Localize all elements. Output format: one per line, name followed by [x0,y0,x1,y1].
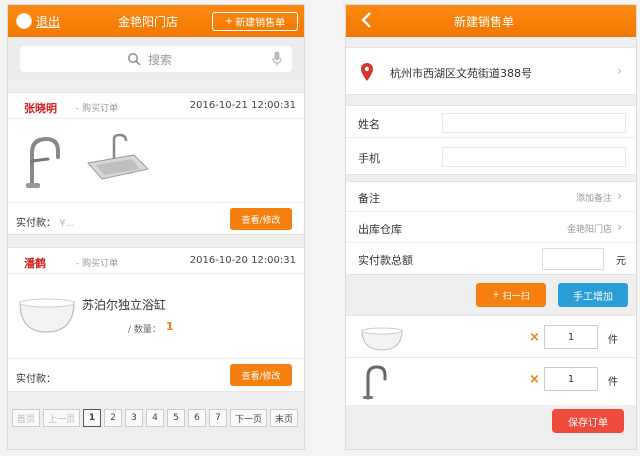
order-footer: 实付款： 查看/修改 [8,358,304,392]
top-bar: 新建销售单 [346,5,636,37]
order-type-label: 购买订单 [82,104,119,114]
warehouse-label: 出库仓库 [358,223,402,236]
save-order-button[interactable]: 保存订单 [552,409,624,433]
order-header: 张晓明 - 购买订单 2016-10-21 12:00:31 [8,93,304,119]
quantity-label: / 数量： [128,325,161,335]
new-order-button[interactable]: + 新建销售单 [212,12,298,31]
total-unit: 元 [616,256,626,267]
order-type-label: 购买订单 [82,259,119,269]
warehouse-row[interactable]: 出库仓库 金艳阳门店 › [346,213,636,243]
phone-label: 手机 [358,152,380,165]
order-card: 张晓明 - 购买订单 2016-10-21 12:00:31 实付款： ¥...… [8,92,304,235]
back-arrow-icon[interactable] [360,11,372,29]
total-row: 实付款总额 元 [346,244,636,274]
chevron-right-icon: › [617,220,622,234]
multiply-icon: × [529,330,540,345]
page-number[interactable]: 1 [83,409,102,427]
paid-value: ¥... [59,218,76,229]
page-title: 新建销售单 [454,15,515,29]
item-unit: 件 [608,377,618,388]
order-card: 潘鹤 - 购买订单 2016-10-20 12:00:31 苏泊尔独立浴缸 / … [8,247,304,392]
chevron-right-icon: › [617,64,622,78]
store-title: 金艳阳门店 [118,15,179,29]
page-next[interactable]: 下一页 [230,409,268,427]
exit-label: 退出 [36,14,61,29]
phone-field[interactable] [442,147,626,167]
new-order-label: 新建销售单 [235,18,286,29]
order-header: 潘鹤 - 购买订单 2016-10-20 12:00:31 [8,248,304,274]
name-label: 姓名 [358,118,380,131]
new-sale-order-screen: 新建销售单 杭州市西湖区文苑街道388号 › 姓名 手机 备注 添加备注 › 出… [345,4,637,450]
faucet-product-image [26,136,60,188]
search-placeholder: 搜索 [148,53,173,67]
paid-label: 实付款： ¥... [16,214,75,229]
search-icon [128,53,141,66]
order-date: 2016-10-21 12:00:31 [189,100,296,111]
customer-info-group: 姓名 手机 [346,105,636,175]
location-pin-icon [361,63,373,81]
plus-icon: + [224,16,234,27]
order-type: - 购买订单 [76,259,119,269]
quantity-field[interactable]: 1 [544,367,598,391]
view-edit-button[interactable]: 查看/修改 [230,364,292,386]
note-row[interactable]: 备注 添加备注 › [346,182,636,212]
line-item: × 1 件 [346,357,636,405]
customer-name: 张晓明 [24,102,57,115]
page-last[interactable]: 末页 [270,409,299,427]
total-amount-field[interactable] [542,248,604,270]
scan-label: 扫一扫 [502,291,530,302]
note-hint: 添加备注 [575,194,612,204]
page-number[interactable]: 2 [104,409,123,427]
scan-button[interactable]: + 扫一扫 [476,283,546,307]
order-list-screen: 退出 金艳阳门店 + 新建销售单 搜索 张晓明 - 购买订单 2016-10-2… [7,4,305,450]
order-type: - 购买订单 [76,104,119,114]
exit-button[interactable]: 退出 [16,12,60,30]
order-info-group: 备注 添加备注 › 出库仓库 金艳阳门店 › 实付款总额 元 [346,181,636,275]
quantity-field[interactable]: 1 [544,325,598,349]
page-number[interactable]: 6 [188,409,207,427]
page-number[interactable]: 4 [146,409,165,427]
order-date: 2016-10-20 12:00:31 [189,255,296,266]
multiply-icon: × [529,372,540,387]
page-number[interactable]: 5 [167,409,186,427]
pagination: 首页 上一页 1 2 3 4 5 6 7 下一页 末页 [12,409,299,427]
view-edit-button[interactable]: 查看/修改 [230,208,292,230]
page-first[interactable]: 首页 [12,409,41,427]
search-bar: 搜索 [8,37,304,81]
customer-name: 潘鹤 [24,257,46,270]
chevron-right-icon: › [617,189,622,203]
page-number[interactable]: 3 [125,409,144,427]
paid-label-text: 实付款： [16,218,56,229]
total-label: 实付款总额 [358,254,413,267]
sink-product-image [87,133,150,180]
address-text: 杭州市西湖区文苑街道388号 [390,67,532,80]
line-item: × 1 件 [346,315,636,361]
address-row[interactable]: 杭州市西湖区文苑街道388号 › [346,47,636,95]
bathtub-product-image [361,327,403,351]
bathtub-product-image [19,298,75,333]
name-field[interactable] [442,113,626,133]
page-number[interactable]: 7 [209,409,228,427]
manual-add-button[interactable]: 手工增加 [558,283,628,307]
canvas: 退出 金艳阳门店 + 新建销售单 搜索 张晓明 - 购买订单 2016-10-2… [0,0,640,456]
phone-row: 手机 [346,142,636,172]
search-input[interactable]: 搜索 [20,46,292,72]
microphone-icon[interactable] [272,51,282,67]
top-bar: 退出 金艳阳门店 + 新建销售单 [8,5,304,37]
product-name: 苏泊尔独立浴缸 [82,298,167,312]
plus-icon: + [492,290,500,300]
note-label: 备注 [358,192,380,205]
warehouse-value: 金艳阳门店 [566,225,612,235]
order-footer: 实付款： ¥... 查看/修改 [8,202,304,236]
faucet-product-image [363,365,387,400]
name-row: 姓名 [346,108,636,138]
page-prev[interactable]: 上一页 [43,409,81,427]
quantity-value: 1 [166,320,174,333]
paid-label: 实付款： [16,374,56,385]
exit-icon [16,13,32,29]
item-unit: 件 [608,335,618,346]
